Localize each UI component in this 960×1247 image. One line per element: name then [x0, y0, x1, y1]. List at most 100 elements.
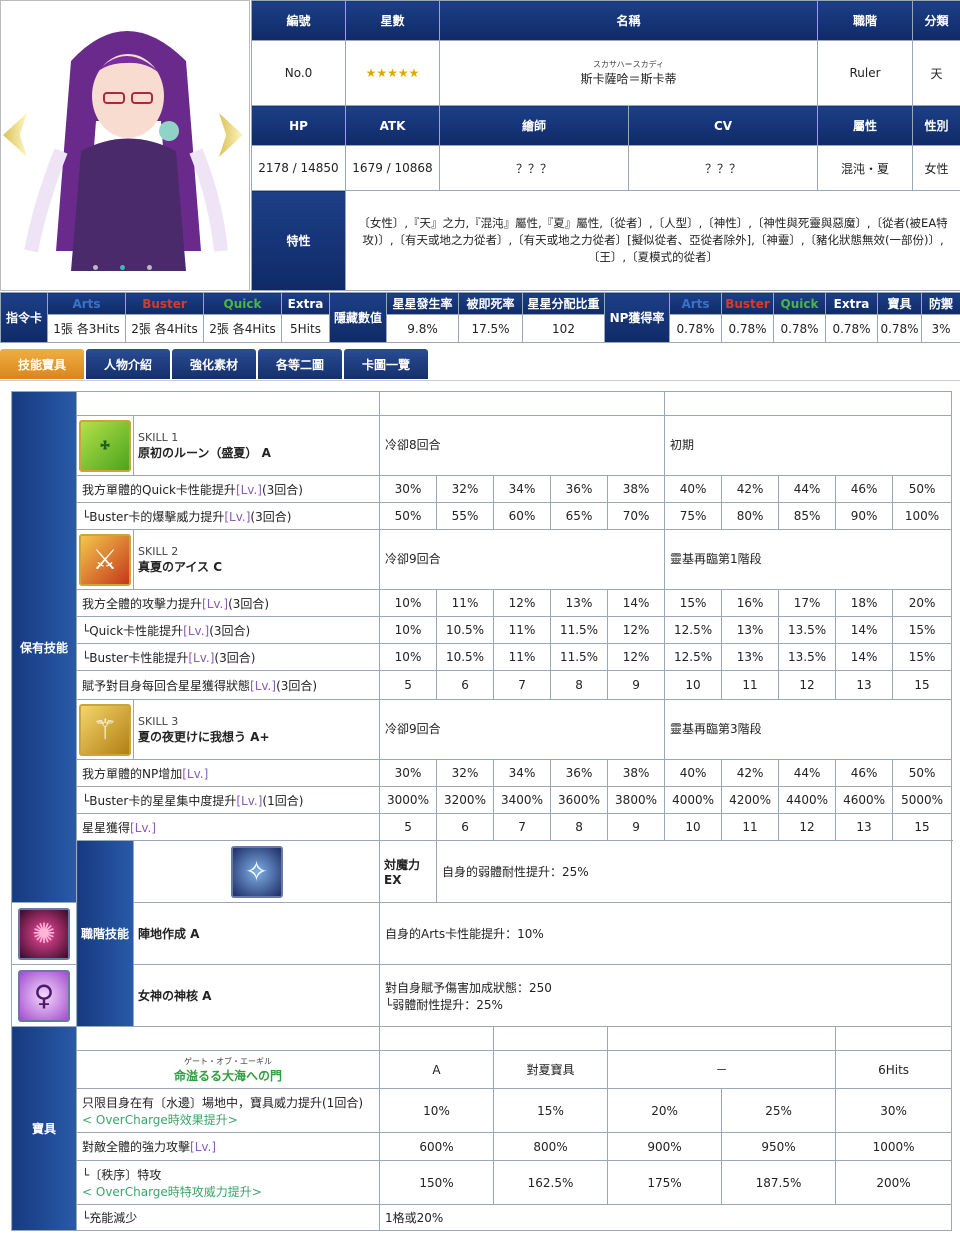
gender-value: 女性: [912, 145, 960, 191]
table-row: └Buster卡的星星集中度提升[Lv.](1回合) 3000% 3200% 340…: [12, 786, 953, 814]
tab-materials[interactable]: 強化素材: [172, 349, 256, 379]
skill3-effect1-label: 我方單體的NP增加[Lv.]: [75, 759, 381, 787]
np-ruby: ゲート・オブ・エーギル: [184, 1056, 272, 1066]
card-type-buster: Buster: [125, 292, 204, 315]
active-skills-label: 保有技能: [11, 391, 77, 903]
col-cv-header: CV: [627, 105, 819, 146]
class-skill3-icon-cell: ♀: [11, 964, 77, 1027]
skill2-effect3-label: └Buster卡性能提升[Lv.](3回合): [75, 643, 381, 671]
value-cell: 15%: [493, 1088, 609, 1133]
value-cell: 42%: [721, 475, 780, 503]
star-weight-header: 星星分配比重: [522, 292, 605, 315]
skill3-unlock: 靈基再臨第3階段: [664, 699, 953, 760]
traits-header: 特性: [251, 190, 346, 291]
skill1-cooldown: 冷卻8回合: [379, 415, 666, 476]
value-cell: 44%: [778, 759, 837, 787]
np-defense-value: 3%: [921, 314, 960, 343]
overcharge-note: < OverCharge時效果提升>: [82, 1112, 238, 1127]
np-unlock: －: [607, 1050, 837, 1089]
col-artist-header: 繪師: [439, 105, 629, 146]
np-type-header: 種類: [493, 1026, 609, 1051]
skill3-effect3-label: 星星獲得[Lv.]: [75, 813, 381, 841]
skill2-cooldown: 冷卻9回合: [379, 529, 666, 590]
value-cell: 40%: [664, 759, 723, 787]
np-type: 對夏寶具: [493, 1050, 609, 1089]
effect-label: 賦予對目身每回合星星獲得狀態: [82, 678, 251, 693]
value-cell: 13%: [721, 643, 780, 671]
value-cell: 30%: [379, 475, 438, 503]
tab-ascension-art[interactable]: 各等二圖: [258, 349, 342, 379]
servant-number: No.0: [251, 40, 346, 106]
value-cell: 34%: [493, 759, 552, 787]
value-cell: 4600%: [835, 786, 894, 814]
value-cell: 46%: [835, 759, 894, 787]
np-hits: 6Hits: [835, 1050, 953, 1089]
np-effect3-label: └〔秩序〕特攻 < OverCharge時特攻威力提升>: [75, 1160, 381, 1205]
table-row: 只限目身在有〔水邊〕場地中，寶具威力提升(1回合) < OverCharge時效果…: [12, 1088, 953, 1133]
value-cell: 15%: [892, 643, 953, 671]
tab-skills-np[interactable]: 技能寶具: [0, 349, 84, 379]
value-cell: 55%: [436, 502, 495, 530]
value-cell: 800%: [493, 1132, 609, 1161]
star-gen-value: 9.8%: [386, 314, 459, 343]
skill1-icon-cell: ᛭: [76, 415, 134, 476]
effect-label: 我方單體的Quick卡性能提升: [82, 482, 236, 497]
value-cell: 10%: [379, 643, 438, 671]
value-cell: 36%: [550, 759, 609, 787]
value-cell: 7: [493, 670, 552, 700]
np-unlock-header: 開放條件: [607, 1026, 837, 1051]
value-cell: 15: [892, 813, 953, 841]
tab-card-gallery[interactable]: 卡圖一覽: [344, 349, 428, 379]
np-type-arts: Arts: [669, 292, 722, 315]
value-cell: 44%: [778, 475, 837, 503]
tab-profile[interactable]: 人物介紹: [86, 349, 170, 379]
effect-duration: (3回合): [250, 509, 292, 524]
pager-dot[interactable]: [93, 265, 98, 270]
value-cell: 10: [664, 813, 723, 841]
value-cell: 32%: [436, 759, 495, 787]
skill3-name: 夏の夜更けに我想う A+: [138, 729, 270, 744]
value-cell: 150%: [379, 1160, 495, 1205]
col-name-header: 名稱: [438, 0, 819, 41]
death-rate-header: 被即死率: [458, 292, 523, 315]
pager-dot[interactable]: [147, 265, 152, 270]
np-quick-value: 0.78%: [773, 314, 826, 343]
name-ruby: スカサハ＝スカディ: [592, 60, 665, 69]
value-cell: 3600%: [550, 786, 609, 814]
value-cell: 50%: [892, 475, 953, 503]
value-cell: 14%: [835, 616, 894, 644]
value-cell: 13: [835, 670, 894, 700]
np-effect4-label: └充能減少: [75, 1204, 381, 1231]
servant-class: Ruler: [817, 40, 914, 106]
skills-table: 保有技能 技能 冷卻時間(Lv.6與Lv.10各減少1回合) 開放條件 ᛭ SK…: [11, 391, 953, 1231]
value-cell: 7: [493, 813, 552, 841]
value-cell: 12.5%: [664, 643, 723, 671]
value-cell: 10: [664, 670, 723, 700]
pager-dot-active[interactable]: [120, 265, 125, 270]
effect-label: 只限目身在有〔水邊〕場地中，寶具威力提升(1回合): [82, 1095, 364, 1110]
skill2-effect2-label: └Quick卡性能提升[Lv.](3回合): [75, 616, 381, 644]
value-cell: 5: [379, 813, 438, 841]
value-cell: 13.5%: [778, 616, 837, 644]
value-cell: 14%: [607, 589, 666, 617]
effect-label: 我方單體的NP增加: [82, 766, 183, 781]
table-row: 星星獲得[Lv.] 5 6 7 8 9 10 11 12 13 15: [12, 813, 953, 841]
goddess-core-icon: ♀: [18, 969, 70, 1022]
table-row: └Buster卡性能提升[Lv.](3回合) 10% 10.5% 11% 11.5% 1…: [12, 643, 953, 671]
np-buster-value: 0.78%: [721, 314, 774, 343]
value-cell: 3200%: [436, 786, 495, 814]
table-row: └〔秩序〕特攻 < OverCharge時特攻威力提升> 150% 162.5% 17…: [12, 1160, 953, 1205]
skill2-unlock: 靈基再臨第1階段: [664, 529, 953, 590]
skill-col-header: 技能: [75, 391, 381, 416]
hidden-stats-label: 隱藏數值: [329, 292, 387, 343]
hp-value: 2178 / 14850: [251, 145, 346, 191]
buster-hits: 2張 各4Hits: [125, 314, 204, 343]
np-name-cell: ゲート・オブ・エーギル 命溢るる大海への門: [75, 1050, 381, 1089]
skill3-name-cell: SKILL 3 夏の夜更けに我想う A+: [132, 699, 381, 760]
command-card-table: 指令卡 Arts Buster Quick Extra 隱藏數值 星星發生率 被…: [0, 292, 960, 343]
skill2-icon-cell: ⚔: [76, 529, 134, 590]
value-cell: 18%: [835, 589, 894, 617]
value-cell: 3000%: [379, 786, 438, 814]
skill3-tag: SKILL 3: [138, 714, 179, 728]
np-arts-value: 0.78%: [669, 314, 722, 343]
